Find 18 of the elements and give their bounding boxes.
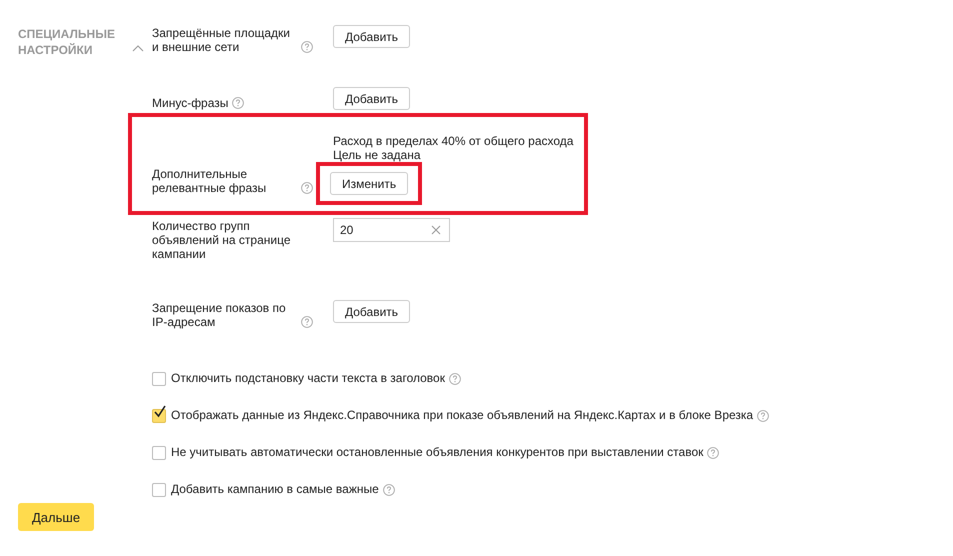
setting-label: Запрещение показов по IP-адресам: [152, 301, 287, 329]
section-title: СПЕЦИАЛЬНЫЕ НАСТРОЙКИ: [18, 26, 116, 58]
next-button[interactable]: Дальше: [18, 503, 94, 531]
add-button[interactable]: Добавить: [333, 25, 410, 48]
input-field[interactable]: 20: [333, 218, 450, 242]
checkbox-label: Отключить подстановку части текста в заголовок: [171, 371, 445, 386]
setting-label: Запрещённые площадки и внешние сети: [152, 26, 292, 54]
change-button[interactable]: Изменить: [330, 172, 408, 195]
setting-label: Минус-фразы: [152, 96, 228, 110]
checkbox-label: Не учитывать автоматически остановленные объявления конкурентов при выставлении ставок: [171, 445, 704, 460]
setting-label: Дополнительные релевантные фразы: [152, 167, 268, 195]
setting-value: Расход в пределах 40% от общего расхода: [333, 134, 574, 148]
checkbox-label: Отображать данные из Яндекс.Справочника при показе объявлений на Яндекс.Картах и в блоке Врезка: [171, 408, 754, 423]
add-button[interactable]: Добавить: [333, 87, 410, 110]
setting-label: Количество групп объявлений на странице кампании: [152, 219, 292, 261]
checkbox-label: Добавить кампанию в самые важные: [171, 482, 379, 497]
add-button[interactable]: Добавить: [333, 300, 410, 323]
setting-value: Цель не задана: [333, 148, 421, 162]
